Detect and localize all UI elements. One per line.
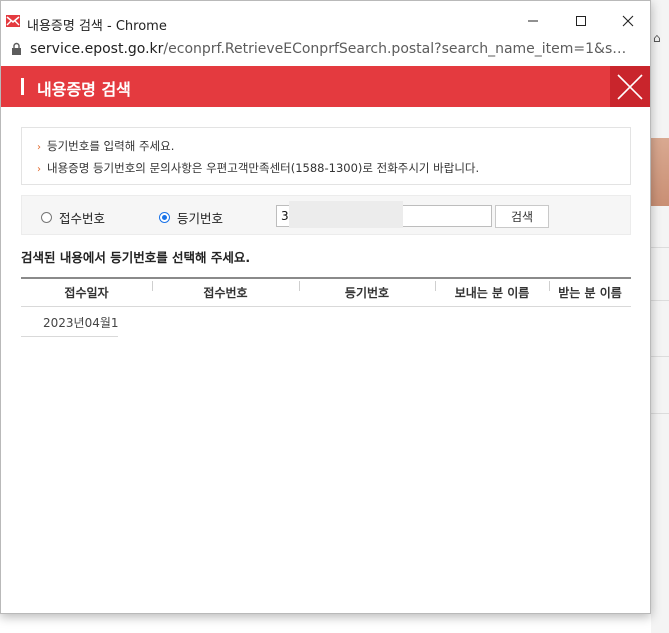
background-divider — [651, 413, 669, 414]
window-close-button[interactable] — [610, 7, 646, 35]
notice-text: 내용증명 등기번호의 문의사항은 우편고객만족센터(1588-1300)로 전화… — [47, 161, 480, 175]
background-divider — [651, 247, 669, 248]
radio-registered-number[interactable]: 등기번호 — [159, 208, 223, 227]
notice-line: › 등기번호를 입력해 주세요. — [37, 138, 174, 154]
notice-text: 등기번호를 입력해 주세요. — [47, 139, 175, 153]
page-title: 내용증명 검색 — [37, 80, 131, 99]
search-box: 접수번호 등기번호 38 검색 — [21, 195, 631, 235]
radio-button[interactable] — [159, 212, 170, 223]
page-header: 내용증명 검색 — [1, 66, 650, 107]
popup-window: 내용증명 검색 - Chrome service.epost.go.kr/eco… — [0, 0, 651, 614]
header-accent-bar — [21, 78, 24, 95]
radio-receipt-number[interactable]: 접수번호 — [41, 208, 105, 227]
table-cell: 2023년04월17 — [43, 316, 118, 330]
background-image — [651, 138, 669, 206]
maximize-icon — [576, 16, 586, 26]
column-header: 등기번호 — [344, 286, 390, 300]
search-input[interactable]: 38 — [276, 201, 492, 228]
column-header: 접수일자 — [64, 286, 109, 300]
window-title: 내용증명 검색 - Chrome — [27, 19, 167, 34]
popup-close-button[interactable] — [610, 66, 650, 107]
column-divider — [435, 281, 436, 291]
arrow-bullet-icon: › — [37, 142, 41, 153]
background-text: ㅣ — [665, 29, 669, 48]
background-page: ⌂ ㅣ — [651, 0, 669, 633]
background-divider — [651, 356, 669, 357]
minimize-icon — [528, 20, 538, 22]
url-text[interactable]: service.epost.go.kr/econprf.RetrieveECon… — [30, 41, 630, 57]
notice-line: › 내용증명 등기번호의 문의사항은 우편고객만족센터(1588-1300)로 전… — [37, 160, 479, 176]
maximize-button[interactable] — [563, 7, 599, 35]
background-divider — [651, 300, 669, 301]
column-header: 접수번호 — [203, 286, 248, 300]
search-button[interactable]: 검색 — [495, 205, 549, 228]
table-row[interactable]: 2023년04월17 — [21, 307, 118, 337]
arrow-bullet-icon: › — [37, 164, 41, 175]
lock-icon — [12, 42, 21, 55]
redacted-area — [289, 201, 403, 228]
table-header: 접수일자 접수번호 등기번호 보내는 분 이름 받는 분 이름 — [21, 277, 631, 307]
column-divider — [152, 281, 153, 291]
column-divider — [299, 281, 300, 291]
notice-box: › 등기번호를 입력해 주세요. › 내용증명 등기번호의 문의사항은 우편고객만족… — [21, 127, 631, 185]
url-host: service.epost.go.kr — [30, 41, 164, 57]
result-guide-text: 검색된 내용에서 등기번호를 선택해 주세요. — [21, 250, 251, 265]
address-bar[interactable]: service.epost.go.kr/econprf.RetrieveECon… — [1, 41, 650, 65]
radio-label: 접수번호 — [59, 211, 106, 226]
radio-button[interactable] — [41, 212, 52, 223]
close-icon — [617, 73, 643, 100]
column-header: 받는 분 이름 — [558, 286, 622, 300]
epost-favicon — [6, 15, 20, 27]
title-bar[interactable]: 내용증명 검색 - Chrome — [1, 1, 650, 41]
minimize-button[interactable] — [515, 7, 551, 35]
radio-label: 등기번호 — [177, 211, 224, 226]
column-header: 보내는 분 이름 — [454, 286, 530, 300]
column-divider — [549, 281, 550, 291]
url-path: /econprf.RetrieveEConprfSearch.postal?se… — [163, 41, 630, 57]
close-icon — [622, 15, 634, 27]
home-icon: ⌂ — [653, 31, 661, 45]
